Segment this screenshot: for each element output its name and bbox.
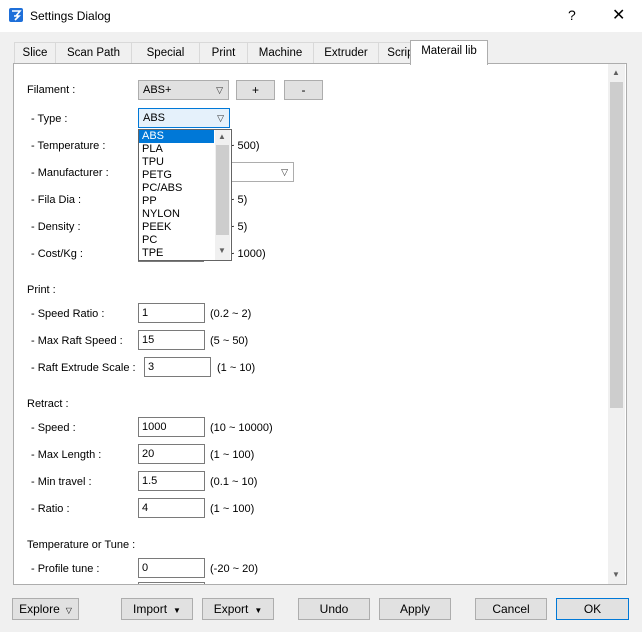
type-option[interactable]: NYLON: [139, 208, 214, 221]
apply-button[interactable]: Apply: [379, 598, 451, 620]
explore-label: Explore: [19, 602, 60, 616]
max-raft-speed-range: (5 ~ 50): [210, 335, 249, 347]
app-icon: [9, 8, 23, 22]
chevron-down-icon[interactable]: ▼: [612, 570, 620, 579]
ratio-label: - Ratio :: [31, 503, 70, 515]
type-option[interactable]: PLA: [139, 143, 214, 156]
chevron-down-icon: ▽: [65, 606, 72, 615]
chevron-down-icon: ▽: [216, 85, 223, 95]
speed-ratio-range: (0.2 ~ 2): [210, 308, 252, 320]
raft-extrude-scale-range: (1 ~ 10): [217, 362, 256, 374]
export-button[interactable]: Export ▼: [202, 598, 274, 620]
raft-extrude-scale-label: - Raft Extrude Scale :: [31, 362, 136, 374]
density-label: - Density :: [31, 221, 81, 233]
max-raft-speed-label: - Max Raft Speed :: [31, 335, 123, 347]
chevron-down-icon: ▽: [281, 167, 288, 177]
cost-range: ~ 1000): [228, 248, 266, 260]
profile-tune-range: (-20 ~ 20): [210, 563, 258, 575]
type-option[interactable]: TPU: [139, 156, 214, 169]
type-option[interactable]: PC: [139, 234, 214, 247]
caret-down-icon: ▼: [173, 606, 181, 615]
type-option[interactable]: PETG: [139, 169, 214, 182]
min-travel-range: (0.1 ~ 10): [210, 476, 258, 488]
max-length-range: (1 ~ 100): [210, 449, 255, 461]
ok-button[interactable]: OK: [556, 598, 629, 620]
chevron-down-icon: ▽: [217, 113, 224, 123]
profile-tune-input[interactable]: 0: [138, 558, 205, 578]
tab-print[interactable]: Print: [199, 42, 248, 64]
type-select[interactable]: ABS ▽: [138, 108, 230, 128]
dropdown-scrollbar[interactable]: ▲ ▼: [215, 130, 230, 260]
cost-label: - Cost/Kg :: [31, 248, 83, 260]
type-option[interactable]: TPE: [139, 247, 214, 260]
raft-extrude-scale-input[interactable]: 3: [144, 357, 211, 377]
remove-filament-button[interactable]: -: [284, 80, 323, 100]
cancel-button[interactable]: Cancel: [475, 598, 547, 620]
retract-speed-input[interactable]: 1000: [138, 417, 205, 437]
tab-scan-path[interactable]: Scan Path: [55, 42, 132, 64]
type-dropdown-list: ABS PLA TPU PETG PC/ABS PP NYLON PEEK PC…: [138, 129, 232, 261]
import-label: Import: [133, 602, 168, 616]
filament-value: ABS+: [143, 84, 172, 96]
tune-heading: Temperature or Tune :: [27, 539, 136, 551]
ratio-input[interactable]: 4: [138, 498, 205, 518]
max-raft-speed-input[interactable]: 15: [138, 330, 205, 350]
type-option[interactable]: PC/ABS: [139, 182, 214, 195]
title-bar: Settings Dialog ? ✕: [0, 0, 642, 32]
manufacturer-label: - Manufacturer :: [31, 167, 109, 179]
pane-scrollbar[interactable]: ▲ ▼: [608, 64, 625, 584]
add-filament-button[interactable]: +: [236, 80, 275, 100]
import-button[interactable]: Import ▼: [121, 598, 193, 620]
next-input-partial[interactable]: [138, 582, 205, 584]
max-length-label: - Max Length :: [31, 449, 102, 461]
speed-ratio-label: - Speed Ratio :: [31, 308, 105, 320]
filament-label: Filament :: [27, 84, 76, 96]
min-travel-label: - Min travel :: [31, 476, 92, 488]
tab-machine[interactable]: Machine: [247, 42, 314, 64]
retract-speed-range: (10 ~ 10000): [210, 422, 273, 434]
tab-materail-lib[interactable]: Materail lib: [410, 40, 488, 65]
chevron-down-icon[interactable]: ▼: [218, 246, 226, 255]
close-button[interactable]: ✕: [612, 5, 625, 25]
retract-speed-label: - Speed :: [31, 422, 76, 434]
dropdown-scroll-thumb[interactable]: [216, 145, 229, 235]
type-option[interactable]: PP: [139, 195, 214, 208]
help-button[interactable]: ?: [568, 7, 576, 23]
print-heading: Print :: [27, 284, 56, 296]
fila-dia-label: - Fila Dia :: [31, 194, 82, 206]
min-travel-input[interactable]: 1.5: [138, 471, 205, 491]
temperature-label: - Temperature :: [31, 140, 106, 152]
material-lib-pane: Filament : ABS+ ▽ + - - Type : ABS ▽ - T…: [13, 63, 627, 585]
type-option[interactable]: ABS: [139, 130, 214, 143]
speed-ratio-input[interactable]: 1: [138, 303, 205, 323]
retract-heading: Retract :: [27, 398, 69, 410]
export-label: Export: [213, 602, 249, 616]
filament-select[interactable]: ABS+ ▽: [138, 80, 229, 100]
type-value: ABS: [143, 112, 166, 124]
chevron-up-icon[interactable]: ▲: [218, 132, 226, 141]
tab-special[interactable]: Special: [131, 42, 200, 64]
profile-tune-label: - Profile tune :: [31, 563, 100, 575]
temperature-range: ~ 500): [228, 140, 260, 152]
chevron-up-icon[interactable]: ▲: [612, 68, 620, 77]
pane-scroll-thumb[interactable]: [610, 82, 623, 408]
type-option[interactable]: PEEK: [139, 221, 214, 234]
explore-button[interactable]: Explore ▽: [12, 598, 79, 620]
max-length-input[interactable]: 20: [138, 444, 205, 464]
caret-down-icon: ▼: [254, 606, 263, 615]
ratio-range: (1 ~ 100): [210, 503, 255, 515]
tab-slice[interactable]: Slice: [14, 42, 56, 64]
undo-button[interactable]: Undo: [298, 598, 370, 620]
type-label: - Type :: [31, 113, 68, 125]
window-title: Settings Dialog: [30, 9, 111, 23]
tab-extruder[interactable]: Extruder: [313, 42, 379, 64]
